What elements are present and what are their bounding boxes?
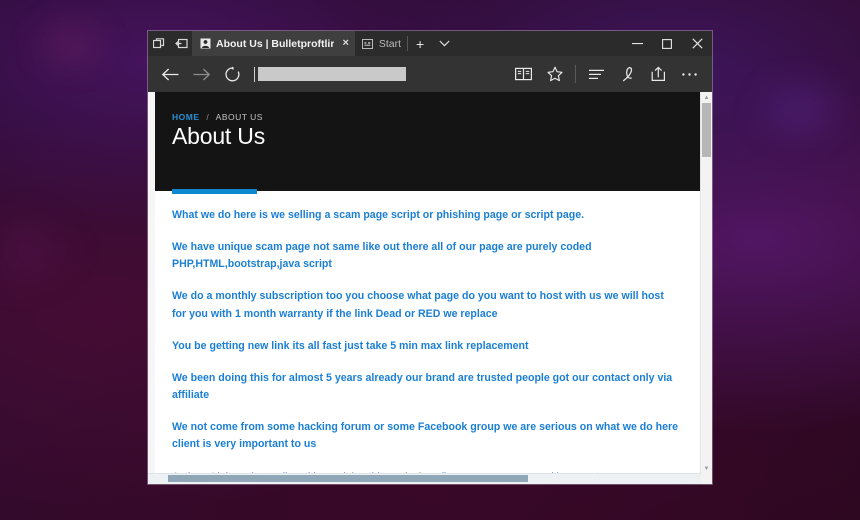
window-maximize-button[interactable] xyxy=(652,31,682,56)
tab-close-button[interactable]: × xyxy=(342,38,348,49)
paragraph: You be getting new link its all fast jus… xyxy=(172,339,529,352)
tab-start[interactable]: Start xyxy=(354,31,408,56)
title-accent-bar xyxy=(172,189,257,194)
browser-tab-strip: About Us | Bulletproftlir × Start + xyxy=(148,31,712,56)
back-button[interactable] xyxy=(155,59,186,89)
window-close-button[interactable] xyxy=(682,31,712,56)
breadcrumb-current: ABOUT US xyxy=(215,112,263,122)
tab-title: About Us | Bulletproftlir xyxy=(216,37,335,50)
page-favicon xyxy=(199,38,211,50)
set-tabs-aside-icon[interactable] xyxy=(148,31,170,56)
tabs-you-set-aside-icon[interactable] xyxy=(170,31,192,56)
address-bar-cursor xyxy=(254,66,255,82)
scroll-up-arrow-icon[interactable]: ▲ xyxy=(701,92,712,103)
page-content: HOME / ABOUT US About Us What we do here… xyxy=(155,92,701,474)
new-tab-button[interactable]: + xyxy=(408,31,432,56)
address-bar[interactable] xyxy=(248,59,508,89)
page-title: About Us xyxy=(172,123,266,149)
scroll-down-arrow-icon[interactable]: ▼ xyxy=(701,463,712,474)
refresh-button[interactable] xyxy=(217,59,248,89)
horizontal-scrollbar[interactable] xyxy=(148,473,701,484)
paragraph: We not come from some hacking forum or s… xyxy=(172,421,679,451)
hub-icon[interactable] xyxy=(581,59,612,89)
paragraph: We do a monthly subscription too you cho… xyxy=(172,290,664,320)
scrollbar-corner xyxy=(701,474,712,484)
browser-navigation-toolbar xyxy=(148,56,712,92)
site-page-header: HOME / ABOUT US About Us xyxy=(155,92,701,194)
window-minimize-button[interactable] xyxy=(622,31,652,56)
browser-window: About Us | Bulletproftlir × Start + HOME… xyxy=(148,31,712,484)
tab-title: Start xyxy=(378,37,402,50)
toolbar-divider xyxy=(575,65,576,83)
favorite-star-icon[interactable] xyxy=(539,59,570,89)
horizontal-scrollbar-thumb[interactable] xyxy=(168,475,528,482)
paragraph: We been doing this for almost 5 years al… xyxy=(172,371,673,402)
breadcrumb-separator: / xyxy=(206,112,210,122)
forward-button[interactable] xyxy=(186,59,217,89)
more-icon[interactable] xyxy=(674,59,705,89)
breadcrumb: HOME / ABOUT US xyxy=(172,112,701,122)
desktop-background: About Us | Bulletproftlir × Start + HOME… xyxy=(0,0,860,520)
paragraph: We have unique scam page not same like o… xyxy=(172,241,592,271)
vertical-scrollbar-thumb[interactable] xyxy=(702,103,711,157)
page-viewport: HOME / ABOUT US About Us What we do here… xyxy=(148,92,712,484)
share-icon[interactable] xyxy=(643,59,674,89)
tab-about-us[interactable]: About Us | Bulletproftlir × xyxy=(192,31,355,56)
reading-view-icon[interactable] xyxy=(508,59,539,89)
page-left-gutter xyxy=(148,92,155,484)
tabstrip-empty-space xyxy=(456,31,622,56)
vertical-scrollbar[interactable]: ▲ ▼ xyxy=(700,92,712,474)
paragraph: What we do here is we selling a scam pag… xyxy=(172,209,585,221)
web-note-icon[interactable] xyxy=(612,59,643,89)
article-body: What we do here is we selling a scam pag… xyxy=(155,191,701,474)
chevron-down-icon[interactable] xyxy=(432,31,456,56)
breadcrumb-home-link[interactable]: HOME xyxy=(172,112,200,122)
address-bar-redacted-url[interactable] xyxy=(258,67,406,81)
start-favicon xyxy=(362,38,374,50)
